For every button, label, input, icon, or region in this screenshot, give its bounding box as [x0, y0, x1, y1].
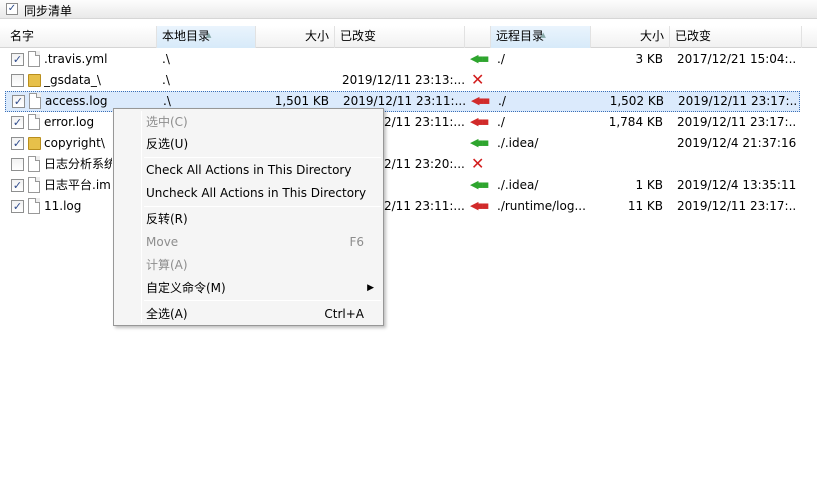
remote-dir: ./.idea/ [497, 178, 539, 192]
file-name: _gsdata_\ [44, 73, 101, 87]
table-row[interactable]: ✓ .travis.yml .\ ◀▪▪ ./ 3 KB 2017/12/21 … [0, 49, 817, 70]
window-title: 同步清单 [24, 4, 73, 18]
delete-x-icon: ✕ [471, 154, 485, 173]
menu-item-check-all[interactable]: Check All Actions in This Directory [116, 159, 381, 181]
context-menu: 选中(C) 反选(U) Check All Actions in This Di… [113, 108, 384, 326]
row-checkbox[interactable]: ✓ [11, 53, 24, 66]
folder-icon [28, 137, 41, 150]
file-icon [28, 198, 40, 214]
file-icon [28, 114, 40, 130]
menu-item-uncheck-all[interactable]: Uncheck All Actions in This Directory [116, 182, 381, 204]
column-local-dir-header[interactable]: ▲ 本地目录 [157, 26, 256, 48]
column-remote-changed-header[interactable]: 已改变 [670, 26, 802, 48]
menu-item-select-all-label: 全选(A) [146, 307, 188, 321]
column-remote-dir-label: 远程目录 [496, 29, 545, 43]
upload-arrow-icon: ◀▪▪ [470, 115, 489, 128]
file-name: 日志分析系统 [44, 157, 112, 171]
menu-separator [144, 206, 381, 207]
column-action-header[interactable] [465, 26, 491, 48]
remote-size: 1,502 KB [609, 94, 664, 108]
upload-arrow-icon: ◀▪▪ [470, 199, 489, 212]
menu-item-select-all[interactable]: 全选(A) Ctrl+A [116, 303, 381, 325]
remote-changed: 2019/12/4 21:37:16 [677, 136, 797, 150]
menu-item-calculate[interactable]: 计算(A) [116, 254, 381, 276]
row-checkbox[interactable]: ✓ [11, 179, 24, 192]
column-header: 名字 ▲ 本地目录 大小 已改变 ▲ 远程目录 大小 已改变 [0, 26, 817, 48]
file-name: 日志平台.iml [44, 178, 112, 192]
menu-item-move[interactable]: Move F6 [116, 231, 381, 253]
remote-size: 1 KB [635, 178, 663, 192]
column-changed-header[interactable]: 已改变 [335, 26, 465, 48]
remote-size: 3 KB [635, 52, 663, 66]
remote-changed: 2019/12/11 23:17:... [677, 199, 797, 213]
remote-size: 1,784 KB [608, 115, 663, 129]
file-icon [28, 177, 40, 193]
menu-item-select-all-shortcut: Ctrl+A [324, 307, 364, 321]
delete-x-icon: ✕ [471, 70, 485, 89]
menu-item-reverse[interactable]: 反转(R) [116, 208, 381, 230]
remote-changed: 2017/12/21 15:04:... [677, 52, 797, 66]
row-checkbox[interactable]: ✓ [12, 95, 25, 108]
local-changed: 2019/12/11 23:13:... [342, 73, 464, 87]
row-checkbox[interactable] [11, 158, 24, 171]
table-row[interactable]: _gsdata_\ .\ 2019/12/11 23:13:... ✕ [0, 70, 817, 91]
remote-changed: 2019/12/11 23:17:... [677, 115, 797, 129]
remote-dir: ./ [497, 52, 505, 66]
remote-dir: ./ [498, 94, 506, 108]
remote-changed: 2019/12/11 23:17:... [678, 94, 796, 108]
column-remote-dir-header[interactable]: ▲ 远程目录 [491, 26, 591, 48]
menu-item-select[interactable]: 选中(C) [116, 111, 381, 133]
sort-indicator-icon: ▲ [540, 31, 546, 39]
menu-item-invert[interactable]: 反选(U) [116, 133, 381, 155]
row-checkbox[interactable]: ✓ [11, 200, 24, 213]
remote-dir: ./ [497, 115, 505, 129]
file-name: copyright\ [44, 136, 105, 150]
local-changed: 2/11 23:11:... [384, 199, 464, 213]
sort-indicator-icon: ▲ [206, 31, 212, 39]
column-remote-size-header[interactable]: 大小 [591, 26, 670, 48]
menu-item-custom-command-label: 自定义命令(M) [146, 281, 226, 295]
menu-separator [144, 157, 381, 158]
title-bar: ✓ 同步清单 [0, 0, 817, 19]
menu-item-move-label: Move [146, 235, 179, 249]
remote-dir: ./runtime/log... [497, 199, 586, 213]
upload-arrow-icon: ◀▪▪ [471, 94, 490, 107]
column-local-dir-label: 本地目录 [162, 29, 211, 43]
remote-size: 11 KB [627, 199, 663, 213]
row-checkbox[interactable] [11, 74, 24, 87]
menu-separator [144, 300, 381, 301]
file-icon [28, 156, 40, 172]
download-arrow-icon: ◀▪▪ [470, 52, 489, 65]
column-name-header[interactable]: 名字 [5, 26, 157, 48]
remote-dir: ./.idea/ [497, 136, 539, 150]
column-size-header[interactable]: 大小 [256, 26, 335, 48]
local-dir: .\ [162, 52, 170, 66]
download-arrow-icon: ◀▪▪ [470, 136, 489, 149]
file-name: .travis.yml [44, 52, 108, 66]
menu-item-move-shortcut: F6 [349, 235, 364, 249]
file-name: error.log [44, 115, 95, 129]
row-checkbox[interactable]: ✓ [11, 137, 24, 150]
file-icon [28, 51, 40, 67]
local-changed: 2/11 23:20:... [384, 157, 464, 171]
submenu-arrow-icon: ▶ [367, 283, 374, 293]
folder-icon [28, 74, 41, 87]
file-icon [29, 93, 41, 109]
local-changed: 2/11 23:11:... [384, 115, 464, 129]
remote-changed: 2019/12/4 13:35:11 [677, 178, 797, 192]
file-name: 11.log [44, 199, 82, 213]
row-checkbox[interactable]: ✓ [11, 116, 24, 129]
local-dir: .\ [162, 73, 170, 87]
download-arrow-icon: ◀▪▪ [470, 178, 489, 191]
checklist-icon: ✓ [6, 3, 18, 15]
menu-item-custom-command[interactable]: 自定义命令(M) ▶ [116, 277, 381, 299]
